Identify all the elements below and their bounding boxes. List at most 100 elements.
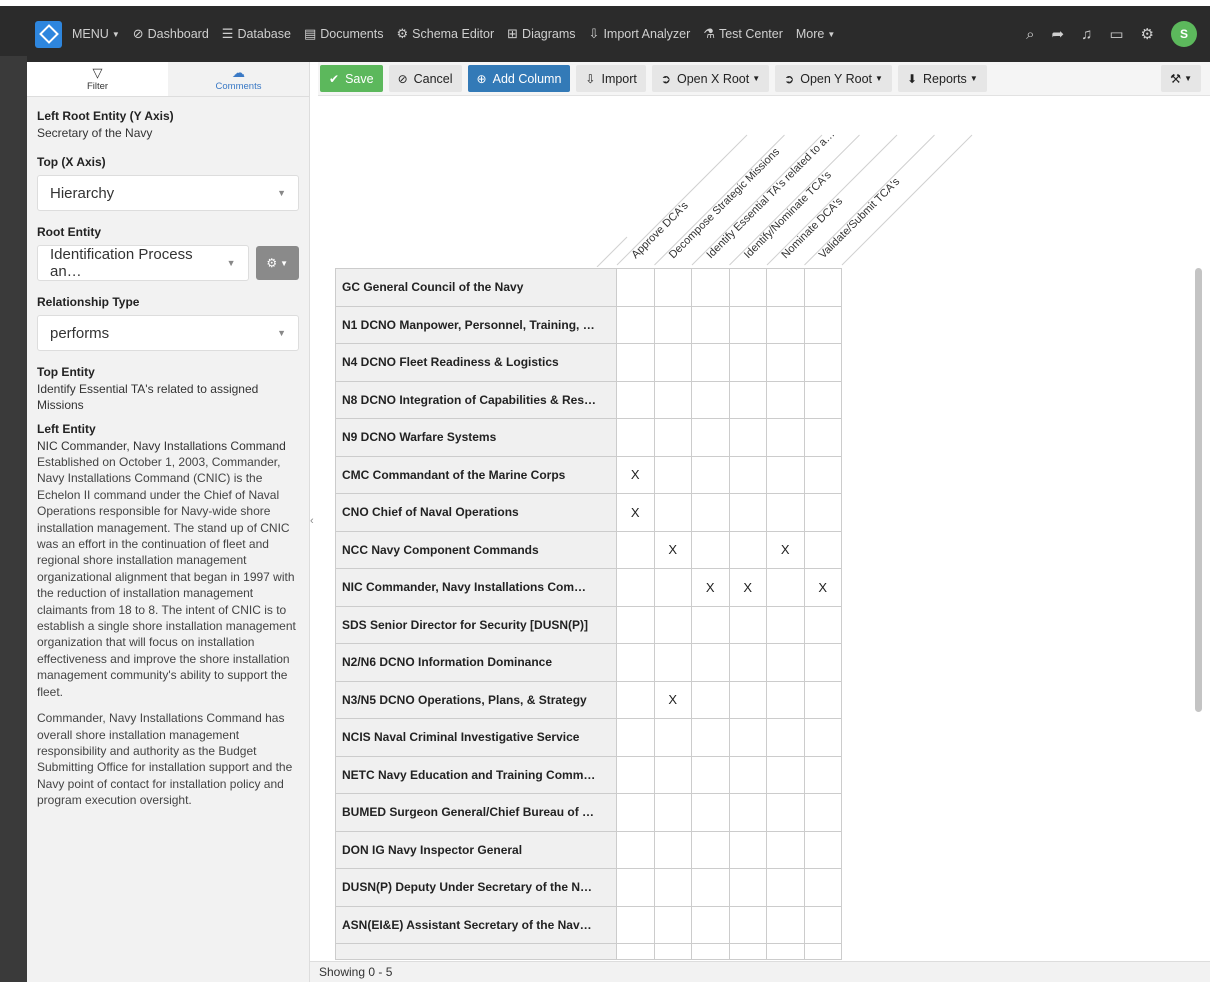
matrix-cell[interactable] [691,755,730,794]
matrix-cell[interactable] [653,755,692,794]
matrix-cell[interactable] [653,793,692,832]
matrix-cell[interactable] [653,943,692,960]
matrix-cell[interactable] [728,455,767,494]
matrix-cell[interactable] [766,343,805,382]
matrix-cell[interactable] [803,605,842,644]
matrix-cell[interactable] [616,905,655,944]
import-button[interactable]: ⇩ Import [576,65,646,92]
matrix-cell[interactable] [728,493,767,532]
matrix-cell[interactable] [691,418,730,457]
matrix-cell[interactable] [766,568,805,607]
matrix-cell[interactable] [691,605,730,644]
matrix-cell[interactable] [766,418,805,457]
search-icon[interactable]: ⌕ [1026,26,1034,43]
vertical-scrollbar[interactable] [1195,268,1202,712]
matrix-cell[interactable] [691,793,730,832]
matrix-cell[interactable] [691,455,730,494]
matrix-cell[interactable] [653,905,692,944]
matrix-cell[interactable] [803,305,842,344]
matrix-cell[interactable] [653,643,692,682]
matrix-cell[interactable] [616,718,655,757]
matrix-cell[interactable] [766,680,805,719]
open-x-root-button[interactable]: ➲ Open X Root ▼ [651,65,770,92]
matrix-cell[interactable] [728,943,767,960]
relationship-type-select[interactable]: performs ▼ [37,315,299,351]
row-header[interactable]: ASN(EI&E) Assistant Secretary of the Nav… [335,905,617,944]
matrix-cell[interactable] [616,268,655,307]
nav-item-test-center[interactable]: ⚗ Test Center [703,26,783,42]
root-entity-settings-button[interactable]: ⚙ ▼ [255,246,299,280]
matrix-cell[interactable] [653,455,692,494]
matrix-cell[interactable] [616,868,655,907]
matrix-cell[interactable] [766,305,805,344]
bell-icon[interactable]: ♫ [1081,26,1092,43]
matrix-cell[interactable] [691,643,730,682]
user-avatar[interactable]: S [1171,21,1197,47]
row-header[interactable]: BUMED Surgeon General/Chief Bureau of … [335,793,617,832]
matrix-cell[interactable] [653,380,692,419]
row-header[interactable]: SDS Senior Director for Security [DUSN(P… [335,605,617,644]
nav-item-schema-editor[interactable]: ⚙ Schema Editor [397,26,495,42]
nav-item-dashboard[interactable]: ⊘ Dashboard [133,26,209,42]
matrix-cell[interactable] [653,418,692,457]
tools-button[interactable]: ⚒ ▼ [1161,65,1201,92]
row-header[interactable] [335,943,617,960]
row-header[interactable]: NCIS Naval Criminal Investigative Servic… [335,718,617,757]
row-header[interactable]: N1 DCNO Manpower, Personnel, Training, … [335,305,617,344]
matrix-cell[interactable] [766,643,805,682]
matrix-cell[interactable] [616,680,655,719]
matrix-cell[interactable] [728,305,767,344]
matrix-cell[interactable] [728,830,767,869]
matrix-cell[interactable] [653,305,692,344]
row-header[interactable]: N3/N5 DCNO Operations, Plans, & Strategy [335,680,617,719]
matrix-cell[interactable] [728,380,767,419]
row-header[interactable]: N8 DCNO Integration of Capabilities & Re… [335,380,617,419]
matrix-cell[interactable] [803,755,842,794]
reports-button[interactable]: ⬇ Reports ▼ [897,65,987,92]
folder-icon[interactable]: ▭ [1109,25,1123,43]
matrix-cell[interactable] [728,343,767,382]
matrix-cell[interactable] [653,605,692,644]
matrix-cell[interactable]: X [728,568,767,607]
matrix-cell[interactable] [691,680,730,719]
matrix-cell[interactable] [766,718,805,757]
matrix-cell[interactable] [616,943,655,960]
matrix-cell[interactable] [728,530,767,569]
matrix-cell[interactable] [803,943,842,960]
matrix-cell[interactable] [653,343,692,382]
matrix-cell[interactable] [803,268,842,307]
matrix-cell[interactable] [691,493,730,532]
matrix-cell[interactable] [803,905,842,944]
matrix-cell[interactable] [691,868,730,907]
matrix-cell[interactable] [803,343,842,382]
matrix-cell[interactable] [766,493,805,532]
cancel-button[interactable]: ⊘ Cancel [388,65,462,92]
matrix-cell[interactable] [616,418,655,457]
matrix-cell[interactable] [803,493,842,532]
matrix-cell[interactable] [691,943,730,960]
app-logo-icon[interactable] [35,20,62,48]
matrix-cell[interactable] [766,755,805,794]
matrix-cell[interactable] [728,755,767,794]
matrix-cell[interactable]: X [691,568,730,607]
matrix-cell[interactable] [766,380,805,419]
matrix-cell[interactable] [616,830,655,869]
matrix-cell[interactable]: X [616,493,655,532]
matrix-cell[interactable] [728,793,767,832]
matrix-cell[interactable] [766,943,805,960]
matrix-cell[interactable] [616,793,655,832]
matrix-cell[interactable] [766,793,805,832]
row-header[interactable]: CNO Chief of Naval Operations [335,493,617,532]
share-icon[interactable]: ➦ [1052,25,1065,43]
row-header[interactable]: NCC Navy Component Commands [335,530,617,569]
nav-item-documents[interactable]: ▤ Documents [304,26,384,42]
matrix-cell[interactable] [728,680,767,719]
row-header[interactable]: NETC Navy Education and Training Comm… [335,755,617,794]
matrix-cell[interactable] [803,418,842,457]
menu-dropdown[interactable]: MENU ▼ [72,27,120,41]
row-header[interactable]: CMC Commandant of the Marine Corps [335,455,617,494]
collapse-sidebar-icon[interactable]: ‹ [310,515,318,531]
matrix-cell[interactable]: X [766,530,805,569]
matrix-cell[interactable]: X [803,568,842,607]
matrix-cell[interactable] [691,268,730,307]
